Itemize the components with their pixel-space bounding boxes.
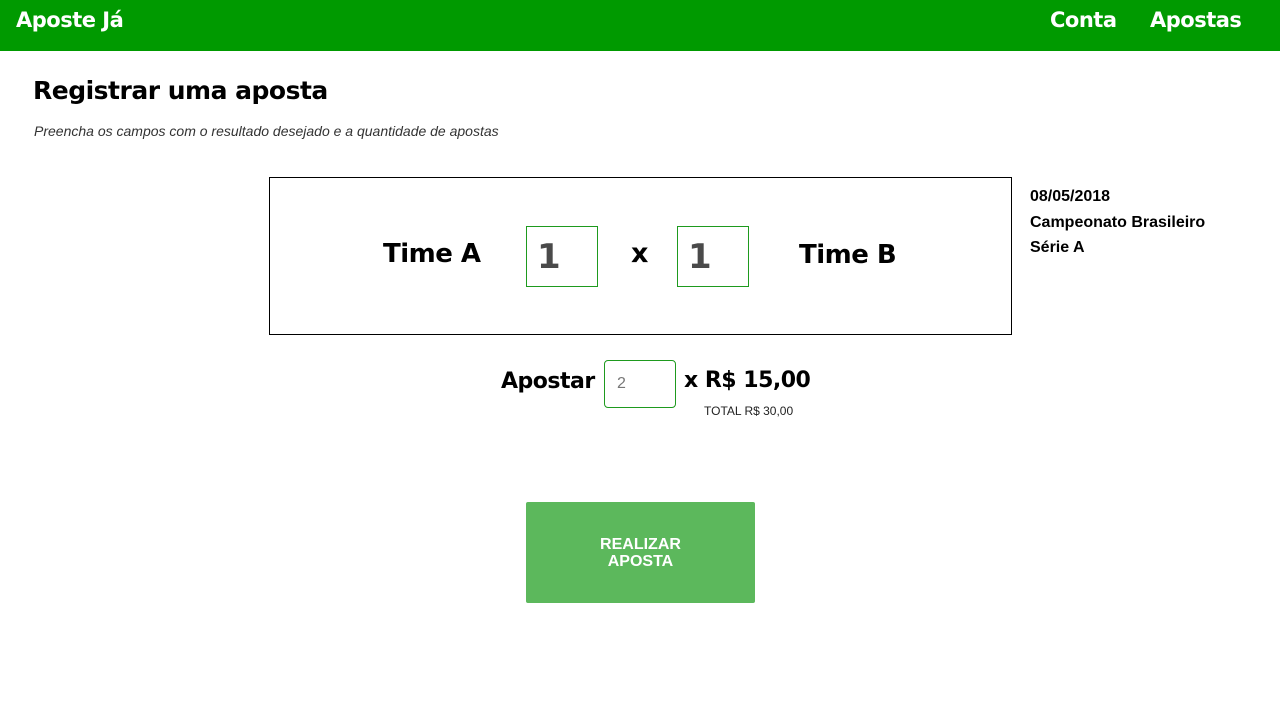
bet-quantity-input[interactable] — [604, 360, 676, 408]
page-subtitle: Preencha os campos com o resultado desej… — [34, 123, 499, 139]
match-score-panel: Time A x Time B — [269, 177, 1012, 335]
brand-logo-link[interactable]: Aposte Já — [16, 8, 124, 32]
submit-bet-button[interactable]: REALIZAR APOSTA — [526, 502, 755, 603]
versus-label: x — [631, 238, 649, 269]
team-b-name: Time B — [799, 240, 897, 270]
nav-link-apostas[interactable]: Apostas — [1150, 8, 1242, 32]
team-a-name: Time A — [383, 239, 481, 269]
team-a-score-input[interactable] — [526, 226, 598, 287]
nav-link-conta[interactable]: Conta — [1050, 8, 1117, 32]
match-date: 08/05/2018 — [1030, 188, 1111, 205]
bet-quantity-label: Apostar — [501, 369, 595, 394]
bet-total: TOTAL R$ 30,00 — [704, 404, 794, 418]
match-info: 08/05/2018 Campeonato Brasileiro Série A — [1030, 184, 1270, 260]
bet-unit-price: x R$ 15,00 — [684, 368, 811, 393]
submit-bet-label: REALIZAR APOSTA — [600, 535, 681, 570]
top-navbar: Aposte Já Conta Apostas — [0, 0, 1280, 51]
match-league: Campeonato Brasileiro Série A — [1030, 214, 1206, 256]
page-title: Registrar uma aposta — [33, 76, 328, 105]
team-b-score-input[interactable] — [677, 226, 749, 287]
